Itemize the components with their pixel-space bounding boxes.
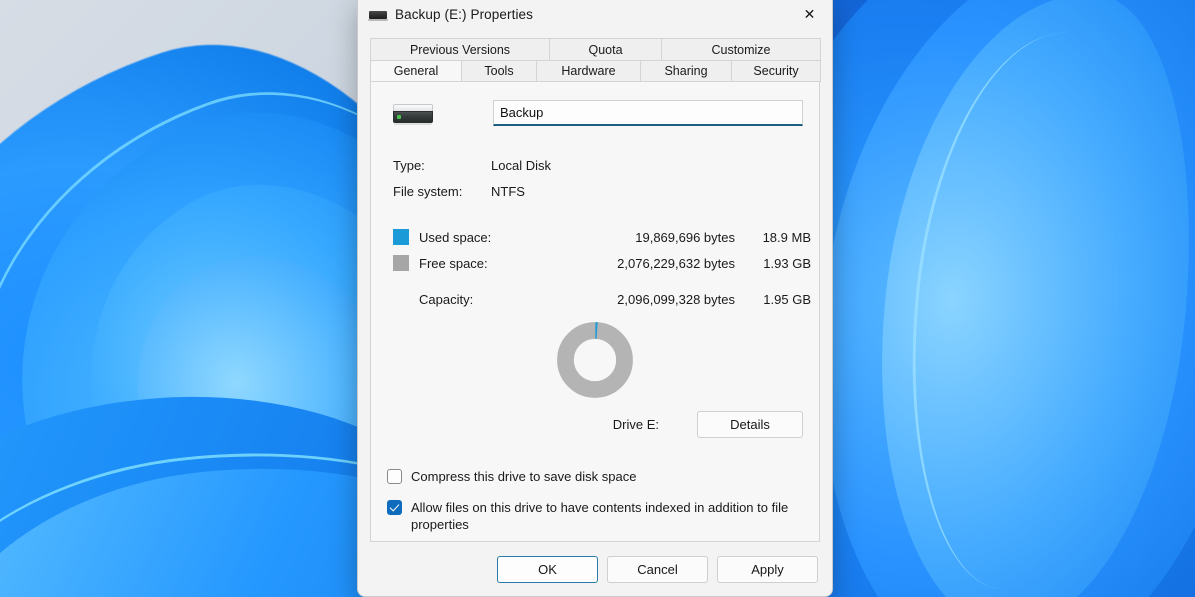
title-bar[interactable]: Backup (E:) Properties ✕ [358, 0, 832, 29]
wallpaper-shape [852, 0, 1195, 597]
tab-row-bottom: General Tools Hardware Sharing Security [370, 60, 821, 82]
capacity-row: Capacity: 2,096,099,328 bytes 1.95 GB [387, 282, 811, 307]
drive-properties-dialog: Backup (E:) Properties ✕ Previous Versio… [357, 0, 833, 597]
window-title: Backup (E:) Properties [395, 7, 534, 22]
volume-label-row [387, 82, 803, 141]
dialog-footer: OK Cancel Apply [358, 542, 832, 596]
checkbox-index-contents[interactable] [387, 500, 402, 515]
drive-caption: Drive E: [612, 417, 659, 432]
hard-drive-icon [391, 98, 435, 128]
drive-options-list: Compress this drive to save disk space A… [387, 450, 803, 541]
tab-sharing[interactable]: Sharing [640, 60, 732, 82]
info-value: NTFS [491, 183, 525, 199]
disk-usage-chart [387, 307, 803, 399]
tab-general[interactable]: General [370, 60, 462, 82]
tab-customize[interactable]: Customize [661, 38, 821, 60]
wallpaper-shape [775, 0, 1195, 597]
tab-previous-versions[interactable]: Previous Versions [370, 38, 550, 60]
tab-row-top: Previous Versions Quota Customize [370, 38, 821, 60]
info-key: File system: [393, 183, 463, 199]
wallpaper-shape [891, 21, 1159, 597]
drive-caption-row: Drive E: Details [387, 399, 803, 450]
cancel-button[interactable]: Cancel [607, 555, 708, 583]
space-key: Free space: [419, 255, 488, 271]
space-human: 1.93 GB [763, 255, 811, 271]
legend-swatch-used-icon [393, 229, 409, 245]
space-key: Used space: [419, 229, 492, 245]
capacity-human: 1.95 GB [763, 292, 811, 307]
desktop-wallpaper: Backup (E:) Properties ✕ Previous Versio… [0, 0, 1195, 597]
volume-label-input[interactable] [493, 100, 803, 126]
tab-quota[interactable]: Quota [549, 38, 662, 60]
tab-tools[interactable]: Tools [461, 60, 537, 82]
details-button[interactable]: Details [697, 411, 803, 438]
checkbox-compress-drive[interactable] [387, 469, 402, 484]
option-label: Compress this drive to save disk space [411, 469, 637, 484]
option-label: Allow files on this drive to have conten… [411, 500, 789, 532]
info-row-type: Type: Local Disk [393, 152, 803, 178]
info-row-file-system: File system: NTFS [393, 178, 803, 204]
capacity-key: Capacity: [419, 292, 474, 307]
tab-bar: Previous Versions Quota Customize Genera… [358, 29, 832, 82]
tab-security[interactable]: Security [731, 60, 821, 82]
space-row-free: Free space: 2,076,229,632 bytes 1.93 GB [393, 250, 811, 276]
tab-hardware[interactable]: Hardware [536, 60, 641, 82]
option-index-contents[interactable]: Allow files on this drive to have conten… [387, 499, 803, 533]
info-key: Type: [393, 157, 425, 173]
ok-button[interactable]: OK [497, 555, 598, 583]
space-usage-list: Used space: 19,869,696 bytes 18.9 MB Fre… [387, 216, 811, 282]
info-value: Local Disk [491, 157, 551, 173]
space-row-used: Used space: 19,869,696 bytes 18.9 MB [393, 224, 811, 250]
option-compress-drive[interactable]: Compress this drive to save disk space [387, 468, 803, 485]
space-human: 18.9 MB [762, 229, 811, 245]
legend-swatch-free-icon [393, 255, 409, 271]
close-icon[interactable]: ✕ [787, 0, 832, 29]
general-tab-panel: Type: Local Disk File system: NTFS Used … [370, 82, 820, 542]
drive-info-list: Type: Local Disk File system: NTFS [387, 141, 803, 216]
capacity-bytes: 2,096,099,328 bytes [617, 292, 735, 307]
space-bytes: 19,869,696 bytes [635, 229, 735, 245]
disk-usage-donut-icon [557, 322, 633, 398]
space-bytes: 2,076,229,632 bytes [617, 255, 735, 271]
apply-button[interactable]: Apply [717, 555, 818, 583]
hard-drive-icon [368, 8, 388, 22]
